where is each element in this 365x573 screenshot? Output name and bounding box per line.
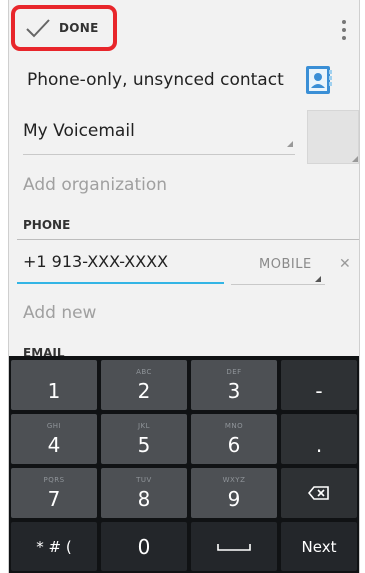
check-icon — [26, 19, 50, 38]
overflow-menu-icon[interactable] — [341, 20, 347, 46]
phone-number-field[interactable]: +1 913-XXX-XXXX — [23, 252, 168, 271]
key-dash[interactable]: - — [281, 360, 357, 410]
numeric-keyboard: 1 ABC 2 DEF 3 - GHI 4 JKL 5 MNO 6 . PQRS… — [9, 356, 359, 573]
phone-type-caret — [315, 276, 321, 282]
key-8[interactable]: TUV 8 — [101, 468, 187, 518]
phone-type-underline — [231, 284, 325, 285]
space-bar-icon — [217, 543, 251, 551]
next-key[interactable]: Next — [281, 522, 357, 571]
add-organization-field[interactable]: Add organization — [23, 175, 167, 195]
contact-account-icon — [306, 66, 332, 94]
key-1[interactable]: 1 — [11, 360, 97, 410]
done-label: DONE — [59, 21, 99, 35]
key-period[interactable]: . — [281, 414, 357, 464]
phone-section-header: PHONE — [23, 218, 71, 232]
name-expand-caret[interactable] — [287, 141, 293, 147]
add-new-phone-field[interactable]: Add new — [23, 303, 96, 323]
key-0[interactable]: 0 — [101, 522, 187, 571]
contact-edit-screen: DONE Phone-only, unsynced contact My Voi… — [8, 0, 360, 573]
phone-field-focus-line — [17, 282, 224, 284]
phone-section-divider — [17, 239, 359, 240]
photo-caret — [352, 156, 358, 162]
backspace-key[interactable] — [281, 468, 357, 518]
key-9[interactable]: WXYZ 9 — [191, 468, 277, 518]
key-4[interactable]: GHI 4 — [11, 414, 97, 464]
account-type-label: Phone-only, unsynced contact — [27, 70, 284, 90]
phone-type-spinner[interactable]: MOBILE — [259, 257, 312, 272]
key-3[interactable]: DEF 3 — [191, 360, 277, 410]
key-2[interactable]: ABC 2 — [101, 360, 187, 410]
key-7[interactable]: PQRS 7 — [11, 468, 97, 518]
symbols-key[interactable]: * # ( — [11, 522, 97, 571]
backspace-icon — [308, 486, 329, 500]
name-field[interactable]: My Voicemail — [23, 121, 135, 141]
space-key[interactable] — [191, 522, 277, 571]
key-5[interactable]: JKL 5 — [101, 414, 187, 464]
done-button[interactable]: DONE — [11, 5, 117, 51]
name-underline — [23, 154, 295, 155]
key-6[interactable]: MNO 6 — [191, 414, 277, 464]
action-bar: DONE — [9, 0, 359, 60]
clear-icon[interactable]: ✕ — [339, 256, 351, 272]
